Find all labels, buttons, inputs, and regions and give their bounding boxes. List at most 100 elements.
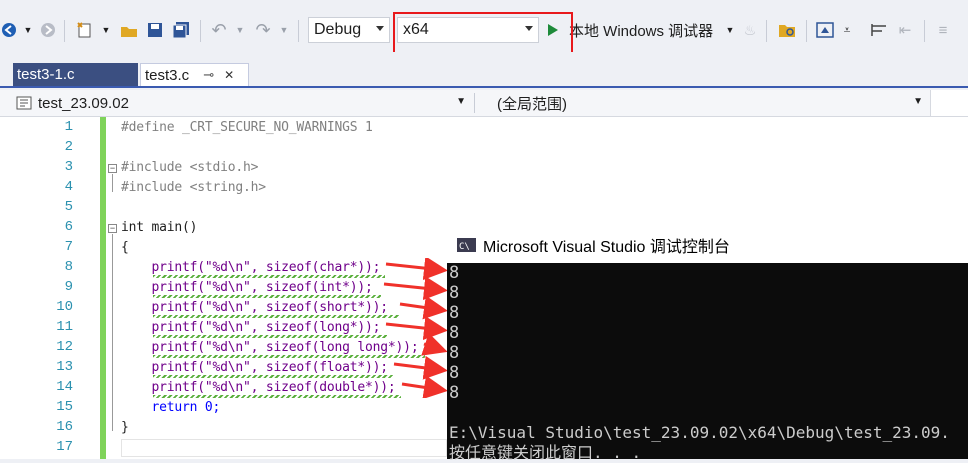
toolbar-options-icon[interactable]: ⩡ [840, 18, 854, 42]
warning-squiggle [153, 375, 393, 378]
close-icon[interactable]: ✕ [224, 68, 234, 82]
line-number: 14 [56, 379, 73, 395]
arrow-icon [383, 276, 448, 301]
code-line: #include <string.h> [121, 180, 266, 195]
undo-icon[interactable]: ↶ [208, 18, 230, 42]
project-name: test_23.09.02 [38, 94, 129, 112]
line-number: 13 [56, 359, 73, 375]
line-number: 6 [64, 219, 73, 235]
annotation-arrows [383, 258, 448, 398]
line-number: 16 [56, 419, 73, 435]
line-number: 1 [64, 119, 73, 135]
hot-reload-icon[interactable]: ♨ [742, 18, 758, 42]
code-line: int main() [121, 220, 198, 235]
line-number: 17 [56, 439, 73, 455]
line-number: 2 [64, 139, 73, 155]
browse-icon[interactable] [814, 18, 836, 42]
local-debugger-button[interactable]: 本地 Windows 调试器 [569, 18, 719, 42]
console-output[interactable]: 8 8 8 8 8 8 8 E:\Visual Studio\test_23.0… [447, 263, 968, 462]
new-dropdown-icon[interactable]: ▼ [100, 18, 112, 42]
new-project-icon[interactable] [74, 18, 96, 42]
navigation-bar: test_23.09.02 ▼ (全局范围) ▼ [0, 90, 968, 117]
scope-name: (全局范围) [497, 95, 567, 113]
code-line: printf("%d\n", sizeof(int*)); [121, 280, 373, 295]
warning-squiggle [153, 295, 381, 298]
solution-config-select[interactable]: Debug [308, 17, 390, 43]
local-debugger-label: 本地 Windows 调试器 [569, 22, 714, 40]
redo-dropdown-icon[interactable]: ▼ [278, 18, 290, 42]
pin-icon[interactable]: ⊸ [203, 67, 214, 83]
tab-label: test3.c [145, 66, 190, 84]
arrow-icon [421, 332, 448, 356]
code-line: printf("%d\n", sizeof(short*)); [121, 300, 389, 315]
output-line: 8 [449, 263, 460, 283]
console-title: Microsoft Visual Studio 调试控制台 [483, 239, 730, 256]
fold-toggle-icon[interactable]: − [108, 224, 117, 233]
line-number: 8 [64, 259, 73, 275]
arrow-icon [385, 258, 448, 281]
output-close-line: 按任意键关闭此窗口. . . [449, 443, 642, 462]
output-line: 8 [449, 383, 460, 403]
tab-label: test3-1.c [17, 66, 75, 83]
warning-squiggle [153, 395, 401, 398]
console-title-bar[interactable]: C\ Microsoft Visual Studio 调试控制台 [447, 227, 968, 263]
scope-select[interactable]: (全局范围) ▼ [497, 92, 923, 114]
fold-toggle-icon[interactable]: − [108, 164, 117, 173]
toolbar-separator [766, 20, 767, 42]
menu-bar [0, 0, 968, 10]
toolbar-separator [924, 20, 925, 42]
indent-icon[interactable]: ⇤ [894, 18, 916, 42]
undo-dropdown-icon[interactable]: ▼ [234, 18, 246, 42]
code-line: printf("%d\n", sizeof(double*)); [121, 380, 396, 395]
toolbar-separator [64, 20, 65, 42]
console-app-icon: C\ [457, 238, 476, 252]
output-path-line: E:\Visual Studio\test_23.09.02\x64\Debug… [449, 423, 950, 442]
open-file-icon[interactable] [118, 18, 140, 42]
back-icon[interactable] [0, 18, 18, 42]
debug-console-window[interactable]: C\ Microsoft Visual Studio 调试控制台 8 8 8 8… [447, 227, 968, 462]
line-number: 11 [56, 319, 73, 335]
save-icon[interactable] [144, 18, 166, 42]
code-line: printf("%d\n", sizeof(long long*)); [121, 340, 419, 355]
line-number: 5 [64, 199, 73, 215]
arrow-icon [401, 375, 448, 398]
line-number: 10 [56, 299, 73, 315]
code-line: #define _CRT_SECURE_NO_WARNINGS 1 [121, 120, 373, 135]
line-number: 12 [56, 339, 73, 355]
current-line-highlight [121, 439, 447, 457]
code-line: return 0; [121, 400, 221, 415]
bookmark-icon[interactable] [868, 18, 890, 42]
line-number: 3 [64, 159, 73, 175]
output-line: 8 [449, 363, 460, 383]
project-select[interactable]: test_23.09.02 ▼ [16, 92, 466, 114]
comment-icon[interactable]: ≡ [932, 18, 954, 42]
toolbar-separator [298, 20, 299, 42]
output-line: 8 [449, 323, 460, 343]
project-icon [16, 96, 32, 110]
output-line: 8 [449, 303, 460, 323]
output-line: 8 [449, 283, 460, 303]
debugger-dropdown-icon[interactable]: ▼ [724, 18, 736, 42]
line-number: 7 [64, 239, 73, 255]
solution-config-value: Debug [314, 21, 362, 38]
tab-test3-1[interactable]: test3-1.c [13, 63, 138, 86]
line-number: 15 [56, 399, 73, 415]
toolbar-separator [806, 20, 807, 42]
member-select[interactable] [930, 90, 968, 116]
line-number: 9 [64, 279, 73, 295]
output-line: 8 [449, 343, 460, 363]
save-all-icon[interactable] [170, 18, 192, 42]
change-margin [100, 117, 106, 459]
back-dropdown-icon[interactable]: ▼ [22, 18, 34, 42]
forward-icon[interactable] [38, 18, 58, 42]
tab-test3[interactable]: test3.c ⊸ ✕ [140, 63, 249, 86]
chevron-down-icon: ▼ [456, 96, 466, 107]
fold-guide [112, 174, 113, 192]
code-line: } [121, 420, 129, 435]
warning-squiggle [153, 275, 385, 278]
code-line: printf("%d\n", sizeof(long*)); [121, 320, 381, 335]
redo-icon[interactable]: ↷ [252, 18, 274, 42]
find-in-files-icon[interactable] [776, 18, 798, 42]
svg-text:C\: C\ [459, 242, 470, 252]
code-line: printf("%d\n", sizeof(float*)); [121, 360, 389, 375]
